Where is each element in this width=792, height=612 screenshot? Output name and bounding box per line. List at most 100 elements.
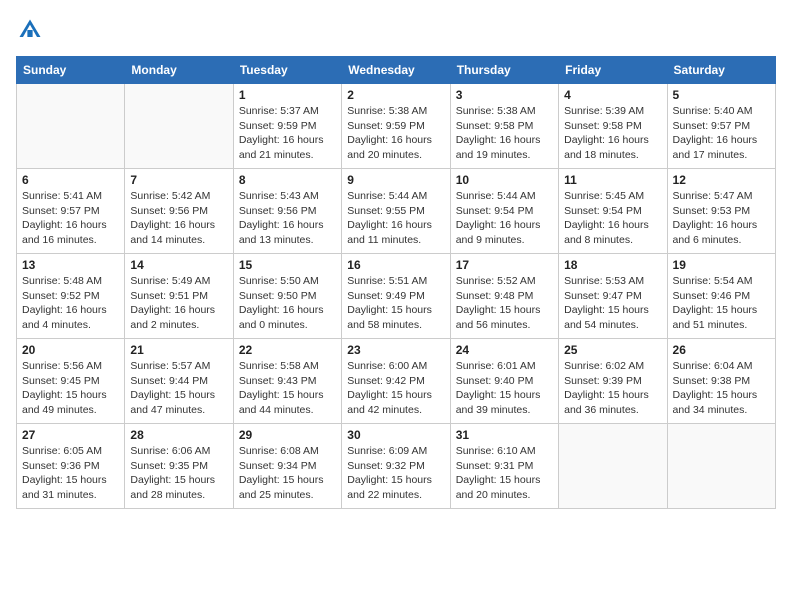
day-info: Sunrise: 5:54 AM Sunset: 9:46 PM Dayligh… [673,274,770,333]
day-info: Sunrise: 5:49 AM Sunset: 9:51 PM Dayligh… [130,274,227,333]
day-number: 2 [347,88,444,102]
day-info: Sunrise: 6:10 AM Sunset: 9:31 PM Dayligh… [456,444,553,503]
calendar-cell [559,424,667,509]
day-info: Sunrise: 5:57 AM Sunset: 9:44 PM Dayligh… [130,359,227,418]
day-number: 25 [564,343,661,357]
day-number: 14 [130,258,227,272]
calendar-cell: 15 Sunrise: 5:50 AM Sunset: 9:50 PM Dayli… [233,254,341,339]
week-row-3: 13 Sunrise: 5:48 AM Sunset: 9:52 PM Dayli… [17,254,776,339]
day-number: 20 [22,343,119,357]
calendar-cell: 20 Sunrise: 5:56 AM Sunset: 9:45 PM Dayli… [17,339,125,424]
calendar-header-row: SundayMondayTuesdayWednesdayThursdayFrid… [17,57,776,84]
day-number: 12 [673,173,770,187]
day-number: 4 [564,88,661,102]
day-number: 23 [347,343,444,357]
calendar-cell: 1Sunrise: 5:37 AM Sunset: 9:59 PM Daylig… [233,84,341,169]
calendar-cell: 19Sunrise: 5:54 AM Sunset: 9:46 PM Dayli… [667,254,775,339]
calendar-cell: 5 Sunrise: 5:40 AM Sunset: 9:57 PM Daylig… [667,84,775,169]
day-number: 21 [130,343,227,357]
calendar-cell: 22 Sunrise: 5:58 AM Sunset: 9:43 PM Dayli… [233,339,341,424]
day-number: 13 [22,258,119,272]
calendar-cell: 7Sunrise: 5:42 AM Sunset: 9:56 PM Daylig… [125,169,233,254]
day-info: Sunrise: 5:40 AM Sunset: 9:57 PM Dayligh… [673,104,770,163]
day-number: 17 [456,258,553,272]
day-info: Sunrise: 6:01 AM Sunset: 9:40 PM Dayligh… [456,359,553,418]
calendar-cell: 24Sunrise: 6:01 AM Sunset: 9:40 PM Dayli… [450,339,558,424]
day-number: 6 [22,173,119,187]
header-thursday: Thursday [450,57,558,84]
calendar-cell: 3Sunrise: 5:38 AM Sunset: 9:58 PM Daylig… [450,84,558,169]
day-info: Sunrise: 5:56 AM Sunset: 9:45 PM Dayligh… [22,359,119,418]
header-monday: Monday [125,57,233,84]
week-row-2: 6 Sunrise: 5:41 AM Sunset: 9:57 PM Daylig… [17,169,776,254]
day-number: 29 [239,428,336,442]
calendar-cell: 17 Sunrise: 5:52 AM Sunset: 9:48 PM Dayli… [450,254,558,339]
calendar-cell: 29 Sunrise: 6:08 AM Sunset: 9:34 PM Dayli… [233,424,341,509]
day-info: Sunrise: 6:09 AM Sunset: 9:32 PM Dayligh… [347,444,444,503]
day-number: 11 [564,173,661,187]
calendar-cell: 30Sunrise: 6:09 AM Sunset: 9:32 PM Dayli… [342,424,450,509]
calendar-cell: 28 Sunrise: 6:06 AM Sunset: 9:35 PM Dayli… [125,424,233,509]
week-row-1: 1Sunrise: 5:37 AM Sunset: 9:59 PM Daylig… [17,84,776,169]
calendar-cell [17,84,125,169]
day-number: 7 [130,173,227,187]
day-number: 9 [347,173,444,187]
day-info: Sunrise: 5:52 AM Sunset: 9:48 PM Dayligh… [456,274,553,333]
day-info: Sunrise: 5:41 AM Sunset: 9:57 PM Dayligh… [22,189,119,248]
day-number: 26 [673,343,770,357]
day-info: Sunrise: 5:48 AM Sunset: 9:52 PM Dayligh… [22,274,119,333]
calendar-cell: 8 Sunrise: 5:43 AM Sunset: 9:56 PM Daylig… [233,169,341,254]
calendar-cell: 16Sunrise: 5:51 AM Sunset: 9:49 PM Dayli… [342,254,450,339]
header-tuesday: Tuesday [233,57,341,84]
day-number: 10 [456,173,553,187]
calendar-cell: 21 Sunrise: 5:57 AM Sunset: 9:44 PM Dayli… [125,339,233,424]
calendar-cell: 6 Sunrise: 5:41 AM Sunset: 9:57 PM Daylig… [17,169,125,254]
week-row-4: 20 Sunrise: 5:56 AM Sunset: 9:45 PM Dayli… [17,339,776,424]
calendar-cell: 11 Sunrise: 5:45 AM Sunset: 9:54 PM Dayli… [559,169,667,254]
week-row-5: 27 Sunrise: 6:05 AM Sunset: 9:36 PM Dayli… [17,424,776,509]
calendar-cell: 14 Sunrise: 5:49 AM Sunset: 9:51 PM Dayli… [125,254,233,339]
day-number: 8 [239,173,336,187]
day-info: Sunrise: 6:05 AM Sunset: 9:36 PM Dayligh… [22,444,119,503]
calendar-cell: 27 Sunrise: 6:05 AM Sunset: 9:36 PM Dayli… [17,424,125,509]
day-number: 15 [239,258,336,272]
calendar-cell: 23 Sunrise: 6:00 AM Sunset: 9:42 PM Dayli… [342,339,450,424]
day-number: 27 [22,428,119,442]
day-info: Sunrise: 6:02 AM Sunset: 9:39 PM Dayligh… [564,359,661,418]
day-info: Sunrise: 5:50 AM Sunset: 9:50 PM Dayligh… [239,274,336,333]
calendar-cell [125,84,233,169]
day-info: Sunrise: 5:51 AM Sunset: 9:49 PM Dayligh… [347,274,444,333]
header-saturday: Saturday [667,57,775,84]
day-info: Sunrise: 6:00 AM Sunset: 9:42 PM Dayligh… [347,359,444,418]
day-info: Sunrise: 5:58 AM Sunset: 9:43 PM Dayligh… [239,359,336,418]
calendar-cell: 25 Sunrise: 6:02 AM Sunset: 9:39 PM Dayli… [559,339,667,424]
calendar-cell: 10 Sunrise: 5:44 AM Sunset: 9:54 PM Dayli… [450,169,558,254]
day-number: 5 [673,88,770,102]
day-info: Sunrise: 5:47 AM Sunset: 9:53 PM Dayligh… [673,189,770,248]
calendar-cell: 4Sunrise: 5:39 AM Sunset: 9:58 PM Daylig… [559,84,667,169]
day-number: 28 [130,428,227,442]
day-number: 22 [239,343,336,357]
logo [16,16,48,44]
calendar-cell: 26Sunrise: 6:04 AM Sunset: 9:38 PM Dayli… [667,339,775,424]
day-info: Sunrise: 5:44 AM Sunset: 9:55 PM Dayligh… [347,189,444,248]
day-number: 18 [564,258,661,272]
calendar-table: SundayMondayTuesdayWednesdayThursdayFrid… [16,56,776,509]
header-sunday: Sunday [17,57,125,84]
day-number: 31 [456,428,553,442]
header-wednesday: Wednesday [342,57,450,84]
page-header [16,16,776,44]
day-info: Sunrise: 5:53 AM Sunset: 9:47 PM Dayligh… [564,274,661,333]
day-info: Sunrise: 5:44 AM Sunset: 9:54 PM Dayligh… [456,189,553,248]
calendar-cell [667,424,775,509]
day-info: Sunrise: 5:37 AM Sunset: 9:59 PM Dayligh… [239,104,336,163]
calendar-cell: 31 Sunrise: 6:10 AM Sunset: 9:31 PM Dayli… [450,424,558,509]
day-info: Sunrise: 5:45 AM Sunset: 9:54 PM Dayligh… [564,189,661,248]
day-number: 3 [456,88,553,102]
day-info: Sunrise: 6:06 AM Sunset: 9:35 PM Dayligh… [130,444,227,503]
day-info: Sunrise: 5:43 AM Sunset: 9:56 PM Dayligh… [239,189,336,248]
day-info: Sunrise: 5:38 AM Sunset: 9:59 PM Dayligh… [347,104,444,163]
calendar-cell: 9 Sunrise: 5:44 AM Sunset: 9:55 PM Daylig… [342,169,450,254]
calendar-cell: 2 Sunrise: 5:38 AM Sunset: 9:59 PM Daylig… [342,84,450,169]
day-info: Sunrise: 6:08 AM Sunset: 9:34 PM Dayligh… [239,444,336,503]
